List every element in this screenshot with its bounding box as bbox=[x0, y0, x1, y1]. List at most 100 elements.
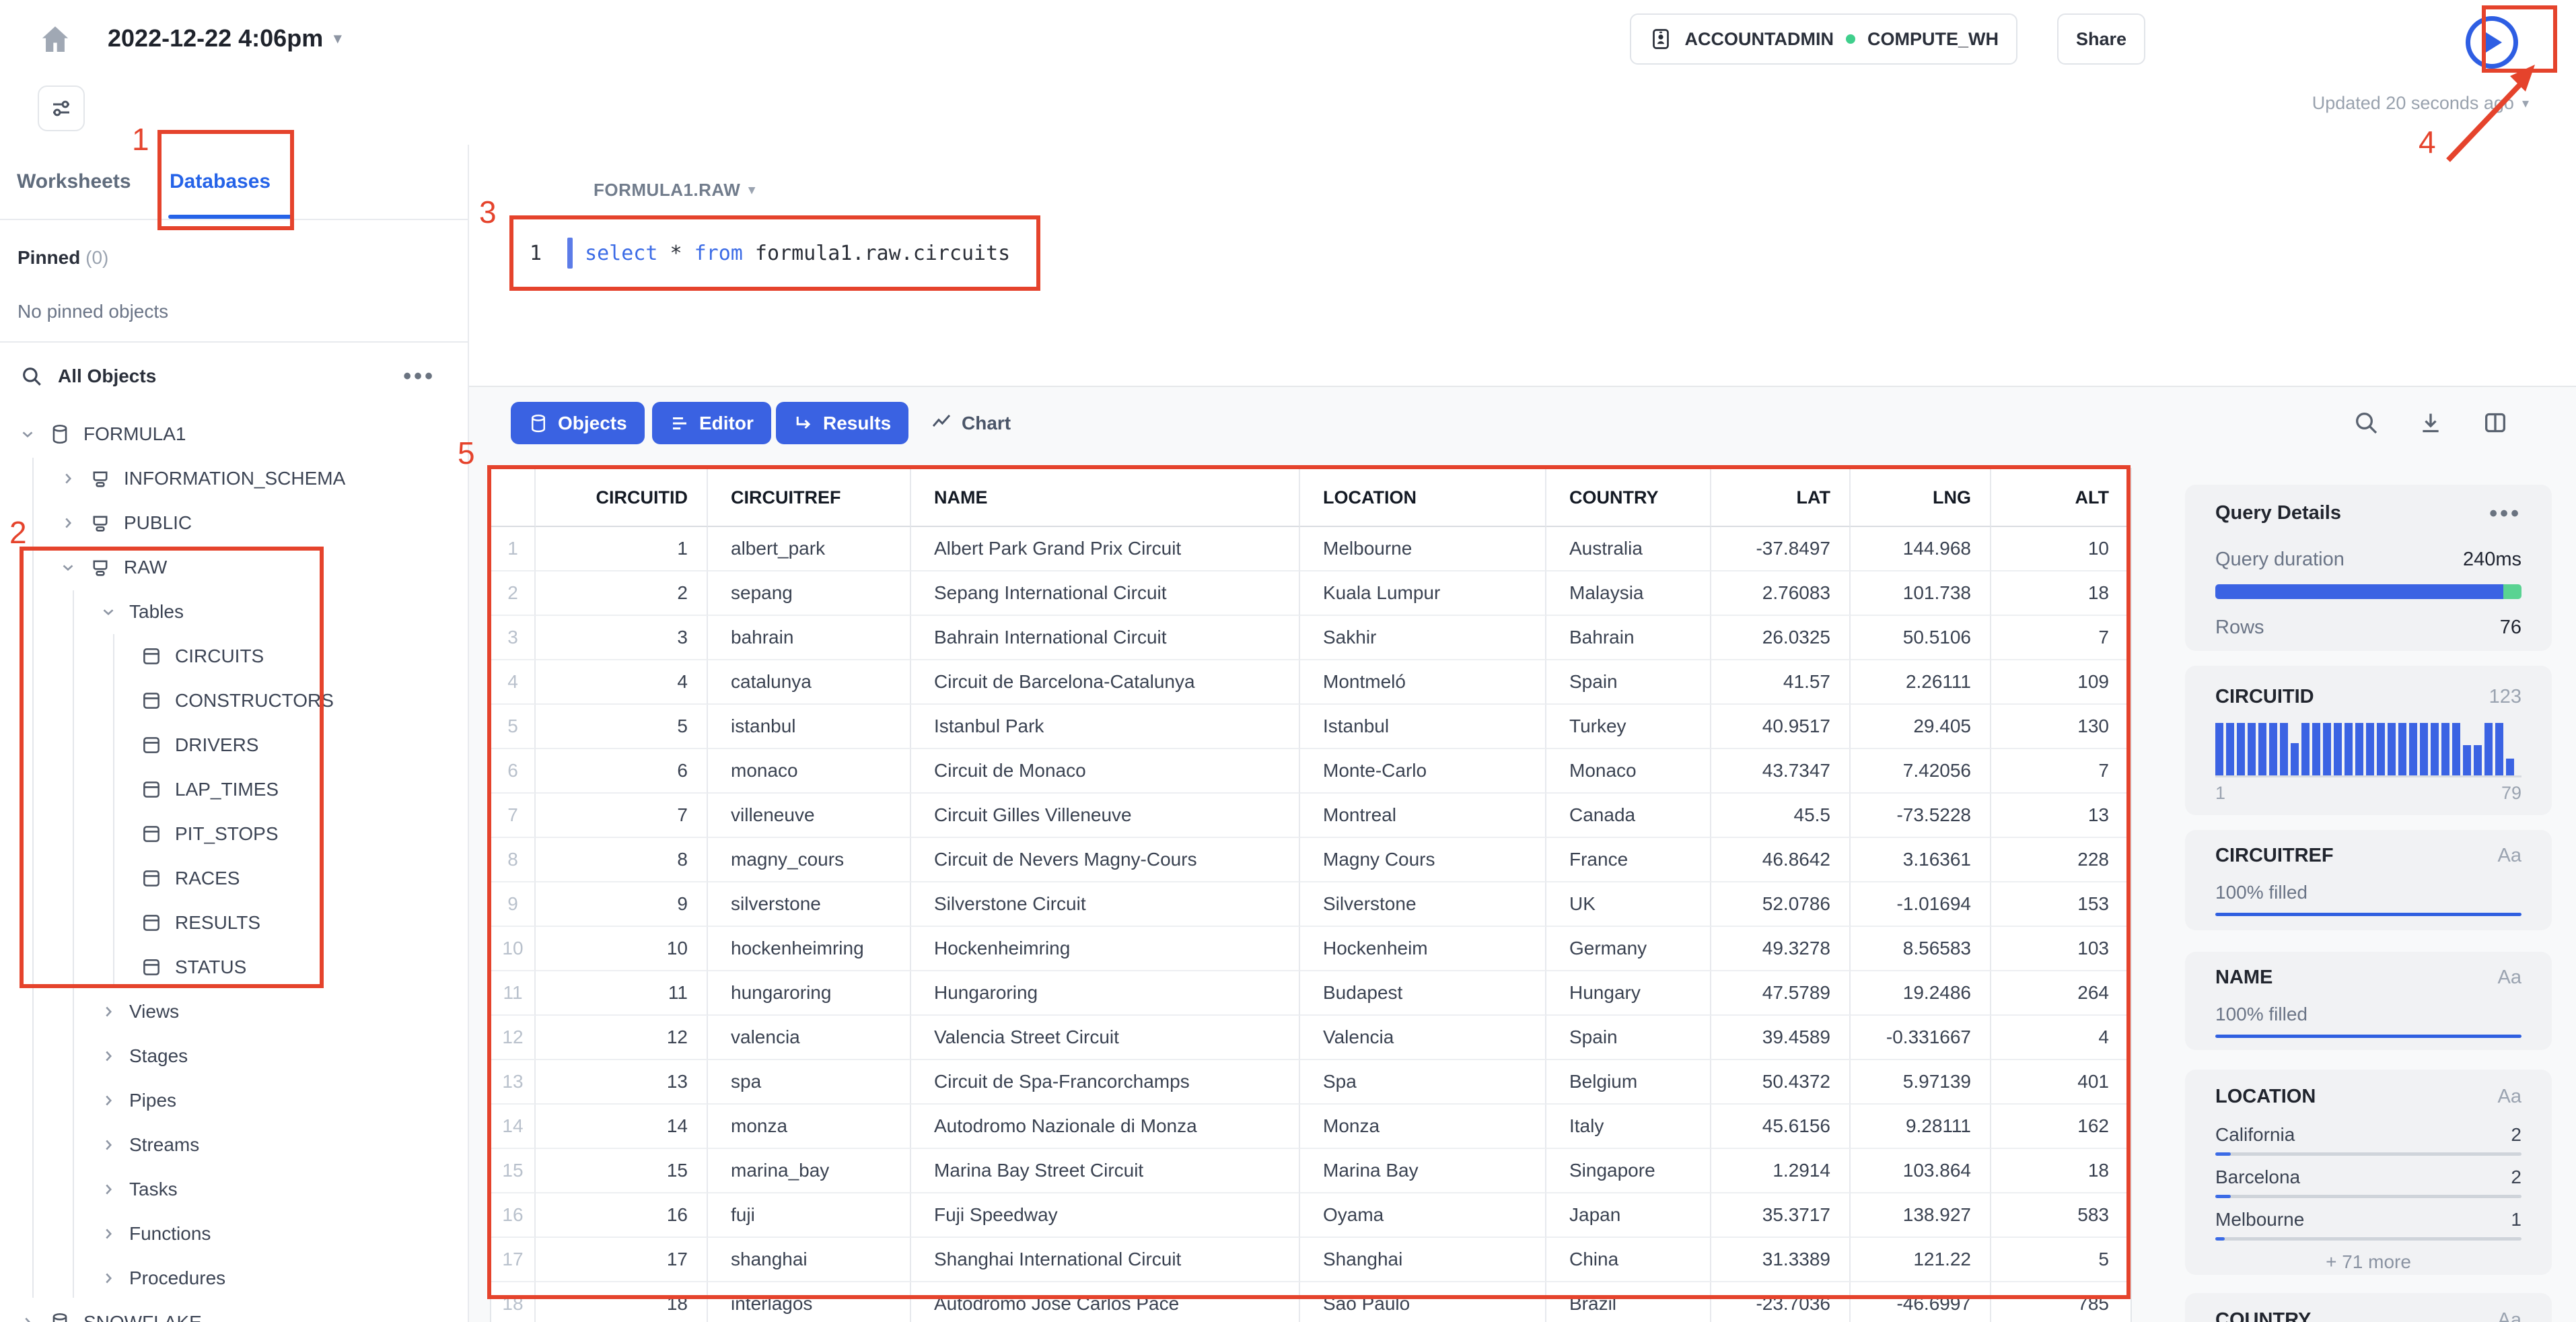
table-cell[interactable]: Bahrain International Circuit bbox=[911, 616, 1300, 660]
table-cell[interactable]: 4 bbox=[1991, 1016, 2128, 1060]
table-cell[interactable]: 31.3389 bbox=[1711, 1238, 1851, 1282]
table-cell[interactable]: Circuit de Barcelona-Catalunya bbox=[911, 660, 1300, 705]
table-cell[interactable]: albert_park bbox=[708, 527, 911, 571]
table-cell[interactable]: Turkey bbox=[1546, 705, 1711, 749]
table-cell[interactable]: 9.28111 bbox=[1851, 1105, 1991, 1149]
table-cell[interactable]: 2.76083 bbox=[1711, 571, 1851, 616]
column-card-circuitref[interactable]: CIRCUITREF Aa 100% filled bbox=[2185, 830, 2552, 930]
table-cell[interactable]: Canada bbox=[1546, 794, 1711, 838]
table-cell[interactable]: 29.405 bbox=[1851, 705, 1991, 749]
table-cell[interactable]: 26.0325 bbox=[1711, 616, 1851, 660]
table-cell[interactable]: 121.22 bbox=[1851, 1238, 1991, 1282]
download-icon[interactable] bbox=[2417, 409, 2444, 436]
column-header-country[interactable]: COUNTRY bbox=[1546, 469, 1711, 527]
location-value-row[interactable]: California 2 bbox=[2215, 1124, 2521, 1146]
table-cell[interactable]: Autódromo José Carlos Pace bbox=[911, 1282, 1300, 1322]
table-cell[interactable]: -23.7036 bbox=[1711, 1282, 1851, 1322]
chevron-right-icon[interactable] bbox=[59, 514, 77, 532]
table-cell[interactable]: Circuit Gilles Villeneuve bbox=[911, 794, 1300, 838]
table-cell[interactable]: 401 bbox=[1991, 1060, 2128, 1105]
table-cell[interactable]: Brazil bbox=[1546, 1282, 1711, 1322]
table-cell[interactable]: 9 bbox=[536, 882, 708, 927]
column-header-alt[interactable]: ALT bbox=[1991, 469, 2128, 527]
table-cell[interactable]: 8 bbox=[536, 838, 708, 882]
table-cell[interactable]: 583 bbox=[1991, 1193, 2128, 1238]
tree-item-information_schema[interactable]: INFORMATION_SCHEMA bbox=[0, 456, 468, 501]
table-cell[interactable]: 50.5106 bbox=[1851, 616, 1991, 660]
table-cell[interactable]: 109 bbox=[1991, 660, 2128, 705]
chevron-down-icon[interactable]: ▾ bbox=[334, 30, 341, 47]
table-cell[interactable]: Spa bbox=[1300, 1060, 1546, 1105]
table-cell[interactable]: 45.6156 bbox=[1711, 1105, 1851, 1149]
tree-item-raw[interactable]: RAW bbox=[0, 545, 468, 590]
table-cell[interactable]: 10 bbox=[536, 927, 708, 971]
chevron-right-icon[interactable] bbox=[100, 1136, 117, 1154]
table-cell[interactable]: hungaroring bbox=[708, 971, 911, 1016]
tree-item-results[interactable]: RESULTS bbox=[0, 901, 468, 945]
table-cell[interactable]: Hungaroring bbox=[911, 971, 1300, 1016]
chevron-right-icon[interactable] bbox=[100, 1092, 117, 1109]
chevron-down-icon[interactable] bbox=[19, 425, 36, 443]
tree-item-status[interactable]: STATUS bbox=[0, 945, 468, 989]
table-cell[interactable]: 228 bbox=[1991, 838, 2128, 882]
table-cell[interactable]: Hungary bbox=[1546, 971, 1711, 1016]
table-cell[interactable]: magny_cours bbox=[708, 838, 911, 882]
table-cell[interactable]: Albert Park Grand Prix Circuit bbox=[911, 527, 1300, 571]
table-cell[interactable]: monza bbox=[708, 1105, 911, 1149]
table-cell[interactable]: Kuala Lumpur bbox=[1300, 571, 1546, 616]
table-cell[interactable]: 49.3278 bbox=[1711, 927, 1851, 971]
tree-item-tables[interactable]: Tables bbox=[0, 590, 468, 634]
table-cell[interactable]: São Paulo bbox=[1300, 1282, 1546, 1322]
table-cell[interactable]: -0.331667 bbox=[1851, 1016, 1991, 1060]
table-cell[interactable]: Germany bbox=[1546, 927, 1711, 971]
table-cell[interactable]: Circuit de Monaco bbox=[911, 749, 1300, 794]
table-cell[interactable]: Silverstone Circuit bbox=[911, 882, 1300, 927]
table-cell[interactable]: 264 bbox=[1991, 971, 2128, 1016]
tree-item-functions[interactable]: Functions bbox=[0, 1212, 468, 1256]
table-cell[interactable]: 19.2486 bbox=[1851, 971, 1991, 1016]
table-cell[interactable]: valencia bbox=[708, 1016, 911, 1060]
table-cell[interactable]: France bbox=[1546, 838, 1711, 882]
table-cell[interactable]: Montmeló bbox=[1300, 660, 1546, 705]
table-cell[interactable]: -73.5228 bbox=[1851, 794, 1991, 838]
table-cell[interactable]: 7 bbox=[1991, 616, 2128, 660]
column-card-location[interactable]: LOCATION Aa California 2 Barcelona 2 Melbour… bbox=[2185, 1070, 2552, 1275]
table-cell[interactable]: 13 bbox=[536, 1060, 708, 1105]
table-cell[interactable]: -37.8497 bbox=[1711, 527, 1851, 571]
table-cell[interactable]: 153 bbox=[1991, 882, 2128, 927]
table-cell[interactable]: 13 bbox=[1991, 794, 2128, 838]
table-cell[interactable]: 6 bbox=[536, 749, 708, 794]
tree-item-formula1[interactable]: FORMULA1 bbox=[0, 412, 468, 456]
toggle-chart[interactable]: Chart bbox=[913, 402, 1028, 444]
table-cell[interactable]: China bbox=[1546, 1238, 1711, 1282]
table-cell[interactable]: 12 bbox=[536, 1016, 708, 1060]
editor-context-selector[interactable]: FORMULA1.RAW ▾ bbox=[594, 180, 755, 201]
tree-item-snowflake[interactable]: SNOWFLAKE bbox=[0, 1300, 468, 1322]
search-icon[interactable] bbox=[2353, 409, 2380, 436]
table-cell[interactable]: 47.5789 bbox=[1711, 971, 1851, 1016]
location-value-row[interactable]: Barcelona 2 bbox=[2215, 1167, 2521, 1188]
table-cell[interactable]: 39.4589 bbox=[1711, 1016, 1851, 1060]
table-cell[interactable]: 16 bbox=[536, 1193, 708, 1238]
table-cell[interactable]: bahrain bbox=[708, 616, 911, 660]
table-cell[interactable]: Australia bbox=[1546, 527, 1711, 571]
object-search[interactable]: All Objects ••• bbox=[0, 355, 468, 398]
table-cell[interactable]: catalunya bbox=[708, 660, 911, 705]
table-cell[interactable]: interlagos bbox=[708, 1282, 911, 1322]
column-header-lat[interactable]: LAT bbox=[1711, 469, 1851, 527]
table-cell[interactable]: 130 bbox=[1991, 705, 2128, 749]
chevron-down-icon[interactable] bbox=[100, 603, 117, 621]
column-card-name[interactable]: NAME Aa 100% filled bbox=[2185, 952, 2552, 1050]
tree-item-races[interactable]: RACES bbox=[0, 856, 468, 901]
table-cell[interactable]: marina_bay bbox=[708, 1149, 911, 1193]
table-cell[interactable]: Melbourne bbox=[1300, 527, 1546, 571]
table-cell[interactable]: 35.3717 bbox=[1711, 1193, 1851, 1238]
table-cell[interactable]: Hockenheim bbox=[1300, 927, 1546, 971]
tree-item-lap_times[interactable]: LAP_TIMES bbox=[0, 767, 468, 812]
column-header-lng[interactable]: LNG bbox=[1851, 469, 1991, 527]
chevron-right-icon[interactable] bbox=[100, 1181, 117, 1198]
table-cell[interactable]: Monte-Carlo bbox=[1300, 749, 1546, 794]
table-cell[interactable]: Spain bbox=[1546, 660, 1711, 705]
table-cell[interactable]: istanbul bbox=[708, 705, 911, 749]
table-cell[interactable]: Sepang International Circuit bbox=[911, 571, 1300, 616]
